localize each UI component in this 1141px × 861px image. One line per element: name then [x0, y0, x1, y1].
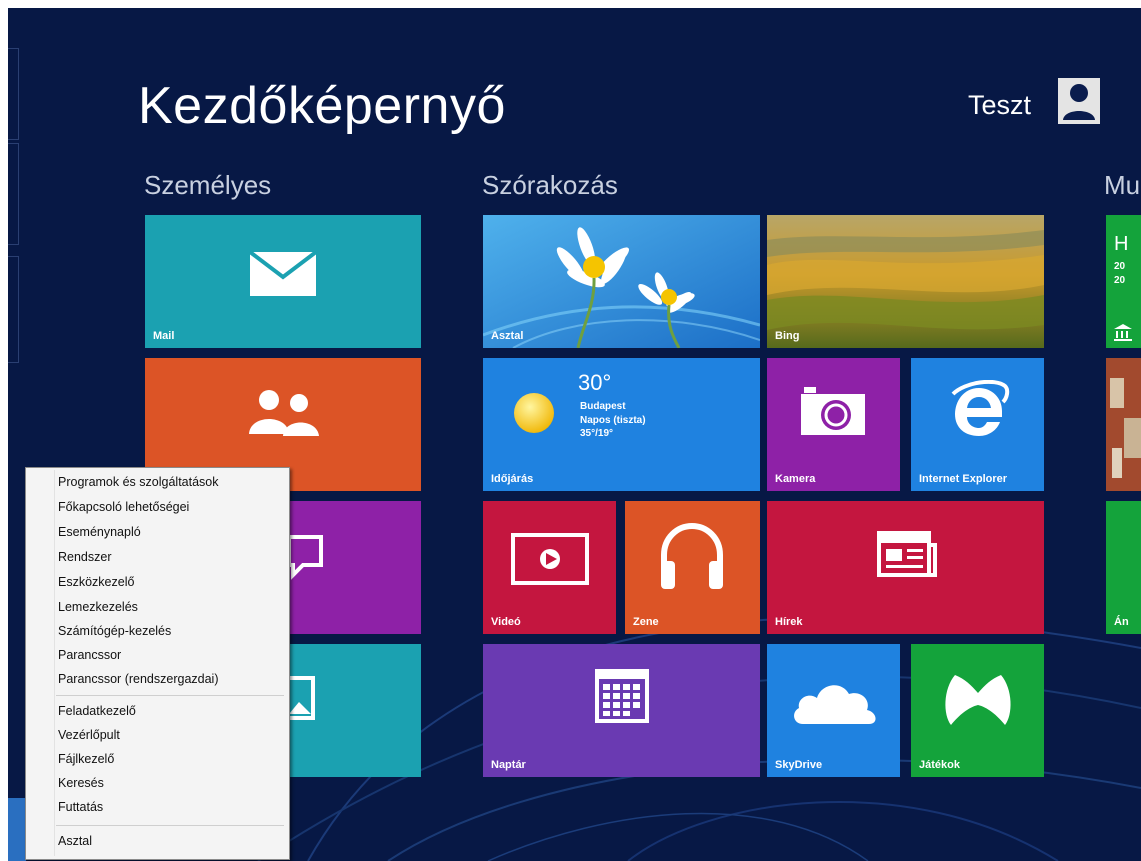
menu-item-run[interactable]: Futtatás — [58, 796, 282, 818]
menu-item-task-manager[interactable]: Feladatkezelő — [58, 700, 282, 722]
weather-city: Budapest — [580, 401, 626, 412]
menu-item-control-panel[interactable]: Vezérlőpult — [58, 724, 282, 746]
tile-skydrive[interactable]: SkyDrive — [767, 644, 900, 777]
people-icon — [249, 390, 319, 436]
tile-label: Asztal — [491, 330, 524, 342]
menu-separator — [56, 825, 284, 826]
sun-icon — [514, 393, 554, 433]
desktop-wallpaper-icon — [483, 215, 760, 348]
weather-condition: Napos (tiszta) — [580, 415, 646, 426]
tile-label: Mail — [153, 330, 175, 342]
tile-mail[interactable]: Mail — [145, 215, 421, 348]
tile-label: Kamera — [775, 473, 816, 485]
tile-music[interactable]: Zene — [625, 501, 760, 634]
tile-internet-explorer[interactable]: Internet Explorer — [911, 358, 1044, 491]
menu-separator — [56, 695, 284, 696]
left-edge-panel — [8, 143, 19, 245]
tile-label: Játékok — [919, 759, 960, 771]
finance-building-icon — [1114, 324, 1132, 341]
left-edge-panel — [8, 48, 19, 140]
skydrive-cloud-icon — [794, 685, 876, 724]
tile-bing[interactable]: Bing — [767, 215, 1044, 348]
menu-item-power-options[interactable]: Főkapcsoló lehetőségei — [58, 496, 282, 518]
partial-tile-text: 20 — [1114, 261, 1126, 272]
news-icon — [877, 531, 937, 577]
menu-item-programs-and-features[interactable]: Programok és szolgáltatások — [58, 471, 282, 493]
tile-partial-photo[interactable] — [1106, 358, 1141, 491]
video-icon — [511, 533, 589, 585]
group-label-entertainment: Szórakozás — [482, 170, 618, 200]
menu-item-device-manager[interactable]: Eszközkezelő — [58, 571, 282, 593]
tile-label: Videó — [491, 616, 521, 628]
calendar-icon — [595, 669, 649, 723]
messaging-icon — [287, 535, 323, 580]
menu-gutter — [54, 470, 55, 856]
tile-label: Időjárás — [491, 473, 534, 485]
xbox-controller-icon — [945, 675, 1011, 725]
tile-video[interactable]: Videó — [483, 501, 616, 634]
tile-partial-store[interactable]: Án — [1106, 501, 1141, 634]
bing-landscape-icon — [767, 215, 1044, 348]
group-label-partial: Mu — [1104, 170, 1141, 200]
group-label-personal: Személyes — [144, 170, 272, 200]
tile-partial-finance[interactable]: H 20 20 — [1106, 215, 1141, 348]
menu-item-system[interactable]: Rendszer — [58, 546, 282, 568]
tile-label: SkyDrive — [775, 759, 823, 771]
partial-tile-text: 20 — [1114, 275, 1126, 286]
headphones-icon — [661, 522, 723, 589]
page-title: Kezdőképernyő — [138, 77, 506, 135]
tile-games[interactable]: Játékok — [911, 644, 1044, 777]
menu-item-disk-management[interactable]: Lemezkezelés — [58, 596, 282, 618]
tile-news[interactable]: Hírek — [767, 501, 1044, 634]
left-edge-panel — [8, 256, 19, 363]
internet-explorer-icon — [951, 380, 1010, 436]
menu-item-computer-management[interactable]: Számítógép-kezelés — [58, 620, 282, 642]
menu-item-file-explorer[interactable]: Fájlkezelő — [58, 748, 282, 770]
tile-calendar[interactable]: Naptár — [483, 644, 760, 777]
tile-desktop[interactable]: Asztal — [483, 215, 760, 348]
user-avatar-icon — [1063, 84, 1095, 120]
tile-weather[interactable]: 30° Budapest Napos (tiszta) 35°/19° Időj… — [483, 358, 760, 491]
partial-photo-icon — [1106, 358, 1141, 491]
taskbar-corner[interactable] — [8, 798, 26, 861]
weather-range: 35°/19° — [580, 428, 614, 439]
menu-item-event-viewer[interactable]: Eseménynapló — [58, 521, 282, 543]
tile-label: Bing — [775, 330, 800, 342]
menu-item-search[interactable]: Keresés — [58, 772, 282, 794]
menu-item-desktop[interactable]: Asztal — [58, 830, 282, 852]
partial-tile-text: H — [1114, 233, 1129, 255]
menu-item-command-prompt-admin[interactable]: Parancssor (rendszergazdai) — [58, 668, 282, 690]
tile-label: Internet Explorer — [919, 473, 1008, 485]
mail-icon — [249, 251, 317, 296]
tile-label: Hírek — [775, 616, 803, 628]
tile-camera[interactable]: Kamera — [767, 358, 900, 491]
power-user-menu: Programok és szolgáltatások Főkapcsoló l… — [25, 467, 290, 860]
user-name[interactable]: Teszt — [968, 90, 1031, 121]
partial-tile-label: Án — [1114, 616, 1129, 628]
user-avatar[interactable] — [1058, 78, 1100, 124]
weather-temp: 30° — [578, 370, 612, 395]
menu-item-command-prompt[interactable]: Parancssor — [58, 644, 282, 666]
tile-label: Naptár — [491, 759, 526, 771]
camera-icon — [801, 387, 865, 435]
tile-label: Zene — [633, 616, 659, 628]
